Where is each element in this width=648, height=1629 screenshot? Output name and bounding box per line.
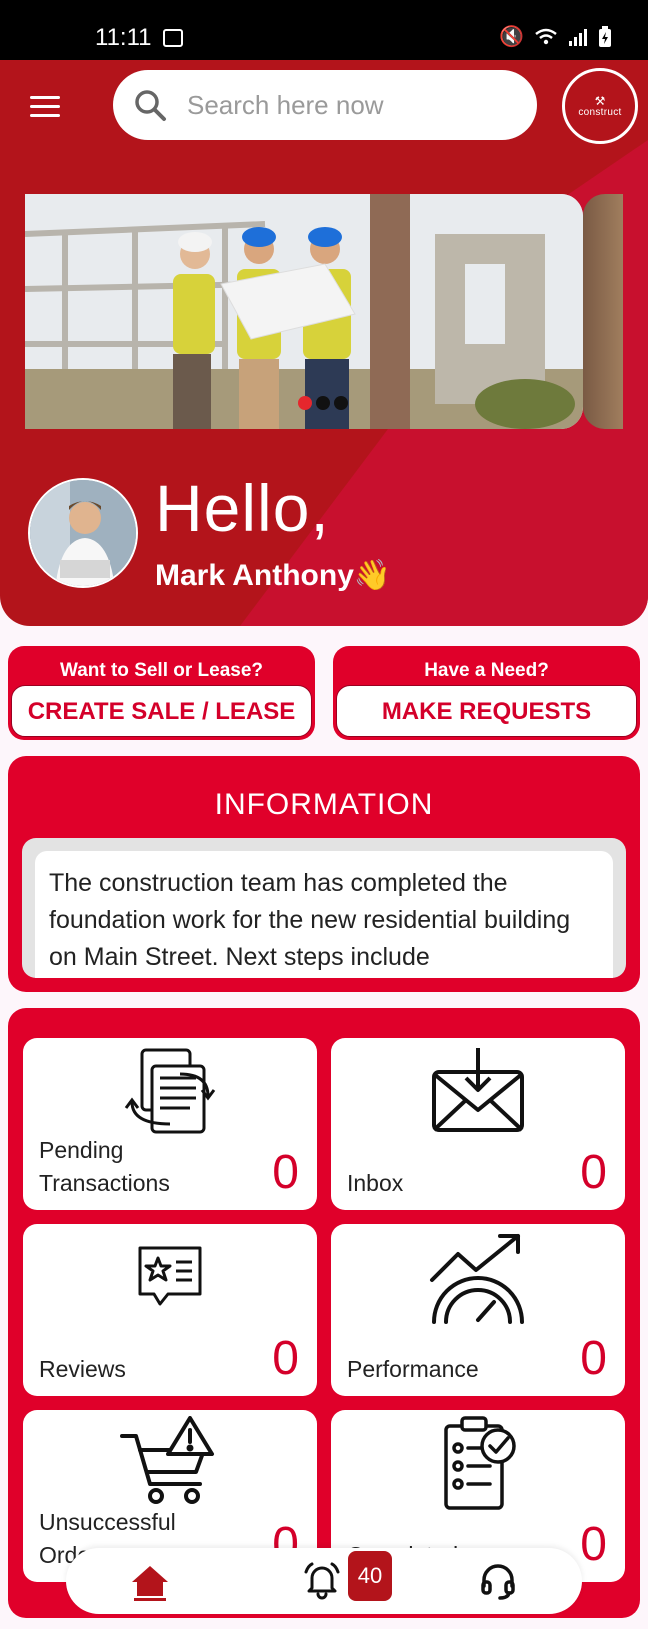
tile-label: Performance [347,1356,479,1382]
tile-reviews[interactable]: Reviews 0 [23,1224,317,1396]
construction-photo [25,194,583,429]
tile-label: Reviews [39,1356,126,1382]
cart-warning-icon [120,1416,214,1504]
mute-icon: 🔇 [499,26,524,48]
tile-label: Inbox [347,1170,404,1196]
tile-count: 0 [580,1332,607,1385]
wifi-icon [535,28,557,45]
banner-slide[interactable] [25,194,583,429]
menu-icon[interactable] [30,96,60,120]
search-input[interactable] [187,89,507,121]
logo-text: construct [578,106,622,118]
tile-count: 0 [272,1146,299,1199]
signal-icon [569,29,587,46]
reviews-icon [138,1246,202,1306]
search-bar[interactable] [113,70,537,140]
request-caption: Have a Need? [424,660,549,681]
dashboard-grid: Pending Transactions 0 Inbox 0 Reviews 0 [8,1008,640,1618]
tile-count: 0 [272,1332,299,1385]
carousel-dot[interactable] [316,396,330,410]
bottom-navigation: 40 [66,1548,582,1614]
avatar-photo [30,480,136,586]
inbox-icon [432,1048,524,1132]
transactions-icon [124,1048,216,1134]
request-card: Have a Need? MAKE REQUESTS [333,646,640,740]
system-icons: 🔇 [499,25,612,49]
status-bar: 11:11 🔇 [0,0,648,60]
avatar[interactable] [28,478,138,588]
headset-icon[interactable] [478,1560,518,1600]
tile-count: 0 [580,1518,607,1571]
carousel-dots [298,396,348,410]
make-requests-button[interactable]: MAKE REQUESTS [336,685,637,737]
home-icon[interactable] [130,1562,170,1602]
gallery-icon [163,29,183,47]
brand-logo[interactable]: ⚒ construct [562,68,638,144]
hero-section: ⚒ construct [0,60,648,626]
banner-next-slide[interactable] [583,194,623,429]
tile-inbox[interactable]: Inbox 0 [331,1038,625,1210]
hammer-icon: ⚒ [594,93,606,108]
information-frame[interactable]: The construction team has completed the … [22,838,626,978]
search-icon [135,90,166,121]
greeting-hello: Hello, [155,471,330,545]
status-time: 11:11 [95,24,152,51]
sell-lease-card: Want to Sell or Lease? CREATE SALE / LEA… [8,646,315,740]
greeting-user-name: Mark Anthony👋 [155,559,392,592]
battery-icon [599,26,611,47]
information-title: INFORMATION [214,788,434,821]
information-panel: INFORMATION The construction team has co… [8,756,640,992]
carousel-dot[interactable] [334,396,348,410]
create-sale-lease-button[interactable]: CREATE SALE / LEASE [11,685,312,737]
checklist-icon [444,1416,516,1510]
performance-icon [430,1234,524,1324]
tile-count: 0 [580,1146,607,1199]
notification-badge[interactable]: 40 [348,1551,392,1601]
tile-performance[interactable]: Performance 0 [331,1224,625,1396]
notification-bell-icon[interactable] [302,1560,342,1600]
carousel-dot[interactable] [298,396,312,410]
tile-label: Pending Transactions [39,1137,170,1196]
sell-lease-caption: Want to Sell or Lease? [59,660,264,681]
information-text: The construction team has completed the … [35,851,613,978]
tile-pending-transactions[interactable]: Pending Transactions 0 [23,1038,317,1210]
